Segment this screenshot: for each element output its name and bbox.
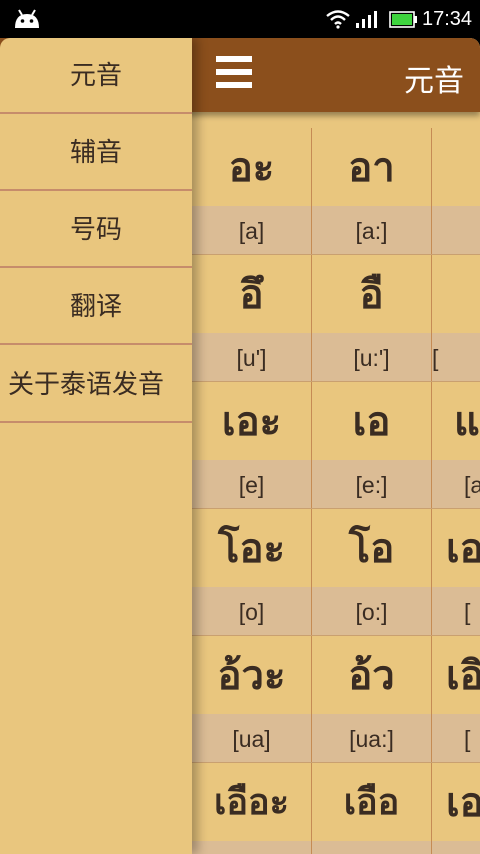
android-icon	[15, 9, 39, 28]
vowel-phonetic: [a:]	[312, 206, 432, 255]
vowel-phonetic: [	[432, 333, 480, 382]
vowel-symbol[interactable]: เอ	[432, 509, 480, 587]
drawer-item-about[interactable]: 关于泰语发音	[0, 347, 192, 423]
vowel-symbol[interactable]: อา	[312, 128, 432, 206]
vowel-phonetic: [ua]	[192, 714, 312, 763]
vowel-phonetic	[432, 206, 480, 255]
vowel-symbol[interactable]: เอ	[432, 763, 480, 841]
status-time: 17:34	[422, 8, 473, 30]
vowel-phonetic	[192, 841, 312, 854]
vowel-symbol[interactable]: เอือะ	[192, 763, 312, 841]
vowel-phonetic	[312, 841, 432, 854]
vowel-phonetic	[432, 841, 480, 854]
vowel-phonetic: [ua:]	[312, 714, 432, 763]
vowel-phonetic: [a]	[192, 206, 312, 255]
vowel-phonetic: [e:]	[312, 460, 432, 509]
vowel-phonetic: [	[432, 714, 480, 763]
vowel-phonetic: [	[432, 587, 480, 636]
vowel-symbol[interactable]	[432, 255, 480, 333]
navigation-drawer: 元音 辅音 号码 翻译 关于泰语发音	[0, 38, 192, 854]
signal-icon	[356, 11, 377, 28]
vowel-symbol[interactable]: อะ	[192, 128, 312, 206]
vowel-symbol[interactable]: อ้วะ	[192, 636, 312, 714]
vowel-symbol[interactable]: อึ	[192, 255, 312, 333]
vowel-symbol[interactable]: อื	[312, 255, 432, 333]
vowel-grid: อะ อา [a] [a:] อึ อื [u'] [u:'] [ เอะ เอ…	[192, 128, 480, 854]
hamburger-icon[interactable]	[216, 56, 252, 94]
vowel-row: อะ อา [a] [a:]	[192, 128, 480, 255]
battery-icon	[389, 11, 417, 28]
vowel-symbol[interactable]: เอือ	[312, 763, 432, 841]
vowel-symbol[interactable]: โอะ	[192, 509, 312, 587]
vowel-phonetic: [u']	[192, 333, 312, 382]
vowel-symbol[interactable]: เอิ	[432, 636, 480, 714]
status-bar: 17:34	[0, 0, 480, 38]
vowel-symbol[interactable]: เอ	[312, 382, 432, 460]
vowel-symbol[interactable]: โอ	[312, 509, 432, 587]
vowel-row: เอือะ เอือ เอ	[192, 763, 480, 854]
drawer-item-vowels[interactable]: 元音	[0, 38, 192, 114]
vowel-row: โอะ โอ เอ [o] [o:] [	[192, 509, 480, 636]
vowel-symbol[interactable]: เอะ	[192, 382, 312, 460]
vowel-phonetic: [o:]	[312, 587, 432, 636]
vowel-symbol[interactable]: แ	[432, 382, 480, 460]
vowel-row: อ้วะ อ้ว เอิ [ua] [ua:] [	[192, 636, 480, 763]
vowel-symbol[interactable]: อ้ว	[312, 636, 432, 714]
page-title: 元音	[404, 64, 464, 99]
vowel-row: เอะ เอ แ [e] [e:] [a	[192, 382, 480, 509]
drawer-item-consonants[interactable]: 辅音	[0, 115, 192, 191]
vowel-phonetic: [e]	[192, 460, 312, 509]
vowel-symbol[interactable]	[432, 128, 480, 206]
drawer-item-numbers[interactable]: 号码	[0, 192, 192, 268]
wifi-icon	[326, 10, 350, 29]
vowel-phonetic: [o]	[192, 587, 312, 636]
vowel-row: อึ อื [u'] [u:'] [	[192, 255, 480, 382]
vowel-phonetic: [a	[432, 460, 480, 509]
vowel-phonetic: [u:']	[312, 333, 432, 382]
drawer-item-translate[interactable]: 翻译	[0, 269, 192, 345]
